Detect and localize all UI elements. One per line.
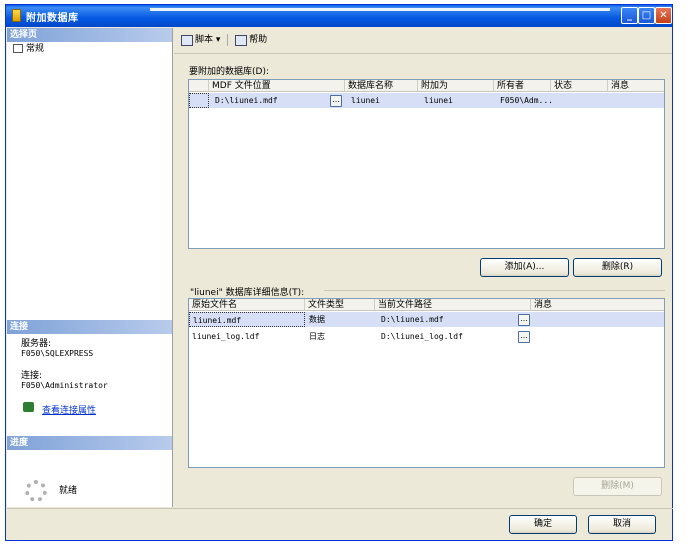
attach-grid: MDF 文件位置 数据库名称 附加为 所有者 状态 消息 D:\liunei.m…: [188, 79, 665, 249]
browse-log-file-button[interactable]: ...: [518, 331, 530, 343]
script-button[interactable]: 脚本: [195, 35, 213, 45]
table-row[interactable]: D:\liunei.mdf liunei liunei F050\Adm...: [189, 93, 664, 108]
server-value: F050\SQLEXPRESS: [21, 349, 94, 358]
details-grid: 原始文件名 文件类型 当前文件路径 消息 liunei.mdf 数据 D:\li…: [188, 298, 665, 468]
connection-properties-icon: [23, 402, 34, 412]
title-bar[interactable]: 附加数据库 _ □ ✕: [6, 5, 672, 27]
window-title: 附加数据库: [26, 13, 79, 24]
details-message-cell: [534, 312, 537, 327]
col-database-name[interactable]: 数据库名称: [345, 80, 418, 92]
remove-file-button[interactable]: 删除(M): [573, 477, 662, 496]
select-page-header: 选择页: [7, 28, 172, 42]
close-button[interactable]: ✕: [655, 7, 672, 24]
toolbar-separator: [227, 34, 229, 46]
col-file-type[interactable]: 文件类型: [305, 299, 375, 311]
attach-as-cell[interactable]: liunei: [421, 93, 453, 108]
title-highlight: [150, 8, 610, 11]
server-label: 服务器:: [21, 339, 52, 349]
view-connection-properties-link[interactable]: 查看连接属性: [42, 403, 96, 416]
browse-mdf-button[interactable]: ...: [330, 95, 342, 107]
original-file-name-cell[interactable]: liunei.mdf: [189, 312, 305, 327]
col-attach-as[interactable]: 附加为: [418, 80, 494, 92]
table-row[interactable]: liunei_log.ldf 日志 D:\liunei_log.ldf: [189, 329, 664, 344]
col-current-file-path[interactable]: 当前文件路径: [375, 299, 531, 311]
mdf-location-cell[interactable]: D:\liunei.mdf: [212, 93, 278, 108]
cancel-button[interactable]: 取消: [588, 515, 656, 534]
left-pane: 选择页 常规 连接 服务器: F050\SQLEXPRESS 连接: F050\…: [7, 28, 173, 507]
connection-value: F050\Administrator: [21, 381, 108, 390]
details-grid-header: 原始文件名 文件类型 当前文件路径 消息: [189, 299, 664, 311]
col-mdf-location[interactable]: MDF 文件位置: [209, 80, 345, 92]
status-cell: [554, 93, 557, 108]
row-selector-header: [189, 80, 209, 92]
table-row[interactable]: liunei.mdf 数据 D:\liunei.mdf: [189, 312, 664, 327]
remove-database-button[interactable]: 删除(R): [573, 258, 662, 277]
details-message-cell: [534, 329, 537, 344]
col-original-file-name[interactable]: 原始文件名: [189, 299, 305, 311]
connection-header: 连接: [7, 320, 172, 334]
database-details-label: "liunei" 数据库详细信息(T):: [190, 288, 305, 298]
minimize-button[interactable]: _: [621, 7, 638, 24]
toolbar-divider: [174, 53, 672, 54]
details-divider: [324, 290, 665, 291]
databases-to-attach-label: 要附加的数据库(D):: [189, 67, 269, 77]
progress-header: 进度: [7, 436, 172, 450]
col-owner[interactable]: 所有者: [494, 80, 551, 92]
col-message[interactable]: 消息: [608, 80, 664, 92]
message-cell: [611, 93, 614, 108]
toolbar: 脚本 ▾ 帮助: [181, 30, 267, 50]
connection-label: 连接:: [21, 371, 43, 381]
col-status[interactable]: 状态: [551, 80, 608, 92]
file-type-cell[interactable]: 数据: [306, 312, 325, 327]
page-icon: [13, 44, 23, 53]
progress-spinner-icon: [25, 480, 47, 502]
footer-divider: [7, 508, 673, 509]
help-icon: [235, 34, 248, 46]
add-button[interactable]: 添加(A)...: [480, 258, 569, 277]
progress-status: 就绪: [59, 486, 78, 496]
file-type-cell[interactable]: 日志: [306, 329, 325, 344]
ok-button[interactable]: 确定: [509, 515, 577, 534]
browse-data-file-button[interactable]: ...: [518, 314, 530, 326]
page-item-general[interactable]: 常规: [13, 43, 44, 55]
attach-database-window: 附加数据库 _ □ ✕ 选择页 常规 连接 服务器: F050\SQLEXPRE…: [5, 4, 673, 541]
page-item-label: 常规: [26, 44, 45, 54]
current-file-path-cell[interactable]: D:\liunei.mdf: [378, 312, 444, 327]
maximize-button[interactable]: □: [638, 7, 655, 24]
help-button[interactable]: 帮助: [249, 35, 267, 45]
row-selector[interactable]: [189, 93, 209, 108]
attach-grid-header: MDF 文件位置 数据库名称 附加为 所有者 状态 消息: [189, 80, 664, 92]
script-icon: [181, 34, 193, 46]
database-name-cell[interactable]: liunei: [348, 93, 380, 108]
database-icon: [12, 9, 21, 22]
original-file-name-cell[interactable]: liunei_log.ldf: [189, 329, 259, 344]
owner-cell[interactable]: F050\Adm...: [497, 93, 553, 108]
col-details-message[interactable]: 消息: [531, 299, 664, 311]
current-file-path-cell[interactable]: D:\liunei_log.ldf: [378, 329, 463, 344]
script-dropdown-chevron-icon[interactable]: ▾: [216, 35, 221, 45]
